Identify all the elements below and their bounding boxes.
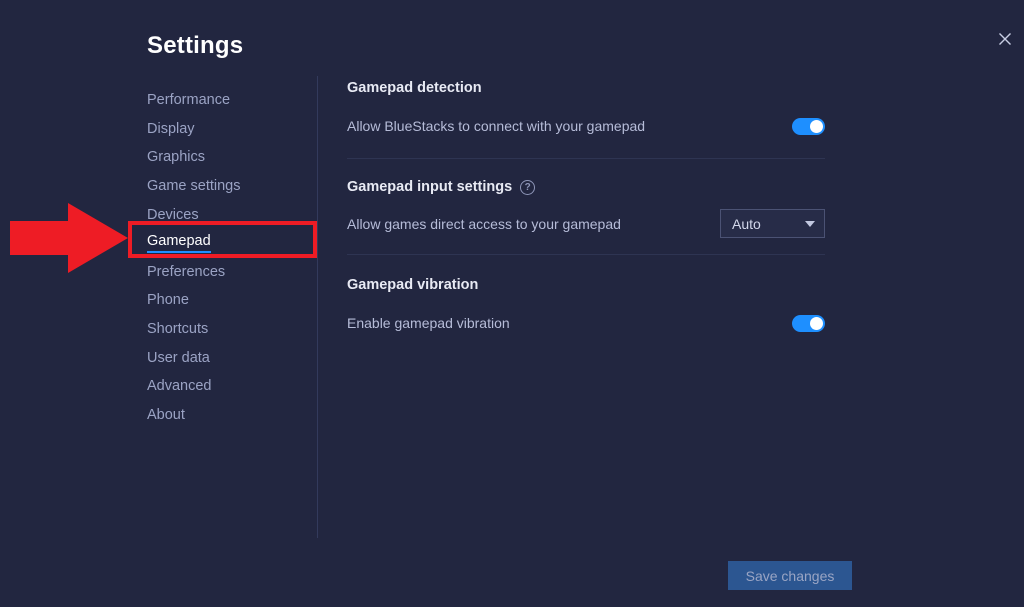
sidebar-item-user-data[interactable]: User data (147, 343, 312, 372)
settings-sidebar: Performance Display Graphics Game settin… (147, 86, 312, 429)
sidebar-item-about[interactable]: About (147, 401, 312, 430)
toggle-knob (810, 119, 823, 133)
sidebar-item-devices[interactable]: Devices (147, 200, 312, 229)
toggle-gamepad-detection[interactable] (792, 117, 825, 135)
toggle-gamepad-vibration[interactable] (792, 314, 825, 332)
sidebar-item-graphics[interactable]: Graphics (147, 143, 312, 172)
sidebar-item-label: Display (147, 120, 195, 137)
sidebar-content-divider (317, 76, 318, 538)
save-changes-button[interactable]: Save changes (728, 561, 852, 590)
close-button[interactable] (993, 27, 1017, 51)
select-gamepad-input-mode[interactable]: Auto (720, 209, 825, 238)
sidebar-item-label: Phone (147, 292, 189, 309)
sidebar-item-display[interactable]: Display (147, 115, 312, 144)
section-gamepad-detection: Gamepad detection Allow BlueStacks to co… (347, 80, 825, 140)
section-divider-1 (347, 158, 825, 159)
sidebar-item-gamepad[interactable]: Gamepad (147, 229, 312, 258)
sidebar-item-advanced[interactable]: Advanced (147, 372, 312, 401)
section-gamepad-vibration: Gamepad vibration Enable gamepad vibrati… (347, 277, 825, 337)
sidebar-item-label: Advanced (147, 378, 212, 395)
sidebar-item-game-settings[interactable]: Game settings (147, 172, 312, 201)
sidebar-item-label: Game settings (147, 178, 241, 195)
sidebar-item-label: About (147, 406, 185, 423)
sidebar-item-performance[interactable]: Performance (147, 86, 312, 115)
close-icon (997, 31, 1013, 47)
sidebar-item-label: Devices (147, 206, 199, 223)
row-label-allow-connect: Allow BlueStacks to connect with your ga… (347, 118, 646, 134)
row-label-direct-access: Allow games direct access to your gamepa… (347, 215, 621, 232)
sidebar-item-label: Graphics (147, 149, 206, 166)
sidebar-item-label: Shortcuts (147, 321, 209, 338)
sidebar-item-preferences[interactable]: Preferences (147, 258, 312, 287)
section-title-text: Gamepad vibration (347, 277, 479, 293)
red-arrow-annotation (10, 203, 130, 273)
page-title: Settings (147, 32, 244, 59)
sidebar-item-label: Gamepad (147, 233, 211, 254)
section-title-text: Gamepad input settings (347, 179, 513, 195)
sidebar-item-phone[interactable]: Phone (147, 286, 312, 315)
sidebar-item-label: User data (147, 349, 210, 366)
settings-content-panel: Gamepad detection Allow BlueStacks to co… (347, 80, 825, 337)
sidebar-item-label: Preferences (147, 263, 226, 280)
select-value: Auto (732, 215, 761, 232)
row-label-enable-vibration: Enable gamepad vibration (347, 315, 510, 331)
sidebar-item-shortcuts[interactable]: Shortcuts (147, 315, 312, 344)
chevron-down-icon (805, 220, 815, 227)
section-title-text: Gamepad detection (347, 80, 482, 96)
help-circle-icon[interactable]: ? (520, 179, 536, 195)
section-divider-2 (347, 254, 825, 255)
sidebar-item-label: Performance (147, 92, 231, 109)
toggle-knob (810, 316, 823, 330)
section-gamepad-input-settings: Gamepad input settings ? Allow games dir… (347, 179, 825, 238)
